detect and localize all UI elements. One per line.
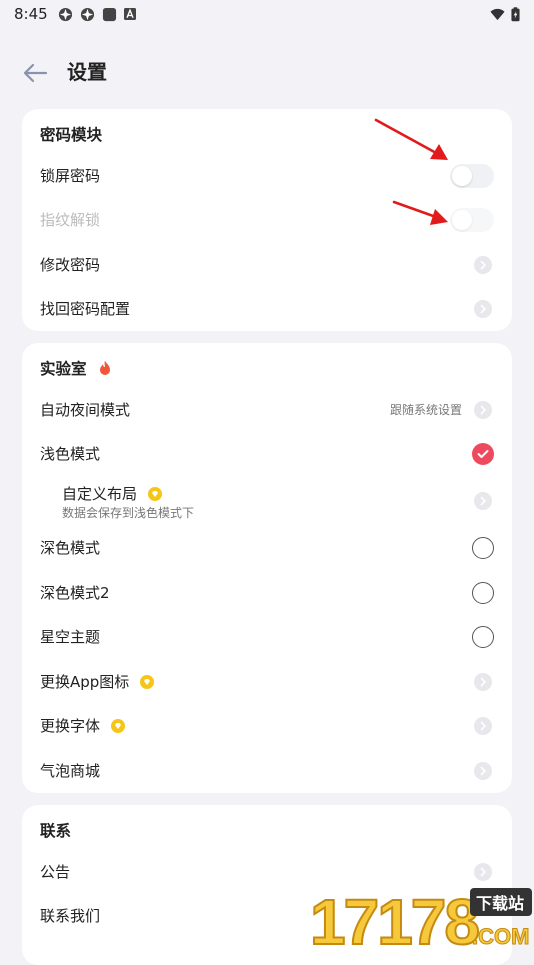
annotation-arrow-icon bbox=[392, 200, 448, 225]
row-label: 深色模式 bbox=[40, 539, 101, 557]
toggle-knob bbox=[452, 166, 472, 186]
change-font-label: 更换字体 bbox=[40, 717, 101, 735]
chevron-right-icon bbox=[474, 492, 492, 510]
a-notification-icon bbox=[123, 8, 136, 20]
chevron-right-icon bbox=[474, 762, 492, 780]
custom-layout-row[interactable]: 自定义布局 数据会保存到浅色模式下 bbox=[22, 476, 512, 526]
row-label: 自定义布局 bbox=[62, 484, 162, 504]
watermark-number: 17178 bbox=[310, 886, 478, 950]
watermark-domain: .COM bbox=[472, 924, 529, 949]
square-notification-icon bbox=[102, 7, 116, 21]
section-title: 实验室 bbox=[40, 357, 112, 379]
page-title: 设置 bbox=[67, 60, 107, 84]
check-icon bbox=[477, 450, 489, 458]
chevron-right-icon bbox=[474, 863, 492, 881]
row-label: 联系我们 bbox=[40, 907, 101, 925]
starry-theme-radio[interactable] bbox=[472, 626, 494, 648]
bubble-store-row[interactable]: 气泡商城 bbox=[22, 749, 512, 793]
row-label: 深色模式2 bbox=[40, 584, 110, 602]
starry-theme-row[interactable]: 星空主题 bbox=[22, 615, 512, 659]
row-label: 气泡商城 bbox=[40, 762, 101, 780]
toggle-knob bbox=[452, 210, 472, 230]
watermark-sub: 下载站 bbox=[476, 894, 524, 913]
change-app-icon-row[interactable]: 更换App图标 bbox=[22, 660, 512, 704]
chevron-right-icon bbox=[474, 300, 492, 318]
row-label: 修改密码 bbox=[40, 256, 101, 274]
section-title: 联系 bbox=[40, 822, 72, 840]
light-mode-radio[interactable] bbox=[472, 443, 494, 465]
section-title-text: 实验室 bbox=[40, 360, 87, 378]
status-time: 8:45 bbox=[14, 5, 48, 23]
change-password-row[interactable]: 修改密码 bbox=[22, 243, 512, 287]
fire-icon bbox=[99, 361, 110, 375]
change-font-row[interactable]: 更换字体 bbox=[22, 704, 512, 748]
section-title: 密码模块 bbox=[40, 126, 103, 144]
dark-mode2-row[interactable]: 深色模式2 bbox=[22, 571, 512, 615]
row-label: 更换字体 bbox=[40, 716, 125, 736]
app-notification-icon bbox=[80, 7, 94, 21]
status-system-icons bbox=[490, 6, 520, 22]
row-label: 更换App图标 bbox=[40, 672, 155, 692]
chevron-right-icon bbox=[474, 673, 492, 691]
custom-layout-desc: 数据会保存到浅色模式下 bbox=[62, 506, 195, 520]
dark-mode-radio[interactable] bbox=[472, 537, 494, 559]
chevron-right-icon bbox=[474, 401, 492, 419]
chevron-right-icon bbox=[474, 256, 492, 274]
dark-mode2-radio[interactable] bbox=[472, 582, 494, 604]
auto-night-mode-value: 跟随系统设置 bbox=[389, 403, 462, 417]
row-label: 公告 bbox=[40, 863, 71, 881]
site-watermark-logo: 17178 下载站 .COM bbox=[309, 885, 532, 950]
fingerprint-unlock-toggle[interactable] bbox=[450, 208, 494, 232]
recover-password-config-row[interactable]: 找回密码配置 bbox=[22, 287, 512, 331]
gem-badge-icon bbox=[140, 675, 155, 689]
row-label: 找回密码配置 bbox=[40, 300, 131, 318]
custom-layout-label: 自定义布局 bbox=[62, 485, 138, 503]
lab-section-card: 实验室 自动夜间模式 跟随系统设置 浅色模式 自定义布局 数据会保存到浅色模式下… bbox=[22, 343, 512, 793]
change-app-icon-label: 更换App图标 bbox=[40, 673, 130, 691]
auto-night-mode-row[interactable]: 自动夜间模式 跟随系统设置 bbox=[22, 388, 512, 432]
lock-screen-password-toggle[interactable] bbox=[450, 164, 494, 188]
row-label: 浅色模式 bbox=[40, 445, 101, 463]
gem-badge-icon bbox=[147, 487, 162, 501]
status-notification-icons bbox=[58, 7, 136, 22]
battery-icon bbox=[511, 6, 520, 21]
wifi-icon bbox=[490, 8, 505, 20]
gem-badge-icon bbox=[110, 719, 125, 733]
annotation-arrow-icon bbox=[374, 118, 448, 160]
back-button[interactable] bbox=[20, 58, 50, 88]
chevron-right-icon bbox=[474, 717, 492, 735]
row-label: 星空主题 bbox=[40, 628, 101, 646]
light-mode-row[interactable]: 浅色模式 bbox=[22, 432, 512, 476]
dark-mode-row[interactable]: 深色模式 bbox=[22, 526, 512, 570]
status-bar: 8:45 bbox=[0, 0, 534, 28]
app-notification-icon bbox=[58, 7, 72, 21]
arrow-left-icon bbox=[23, 63, 48, 83]
row-label: 指纹解锁 bbox=[40, 211, 101, 229]
row-label: 自动夜间模式 bbox=[40, 401, 131, 419]
app-header: 设置 bbox=[0, 48, 534, 96]
row-label: 锁屏密码 bbox=[40, 167, 101, 185]
